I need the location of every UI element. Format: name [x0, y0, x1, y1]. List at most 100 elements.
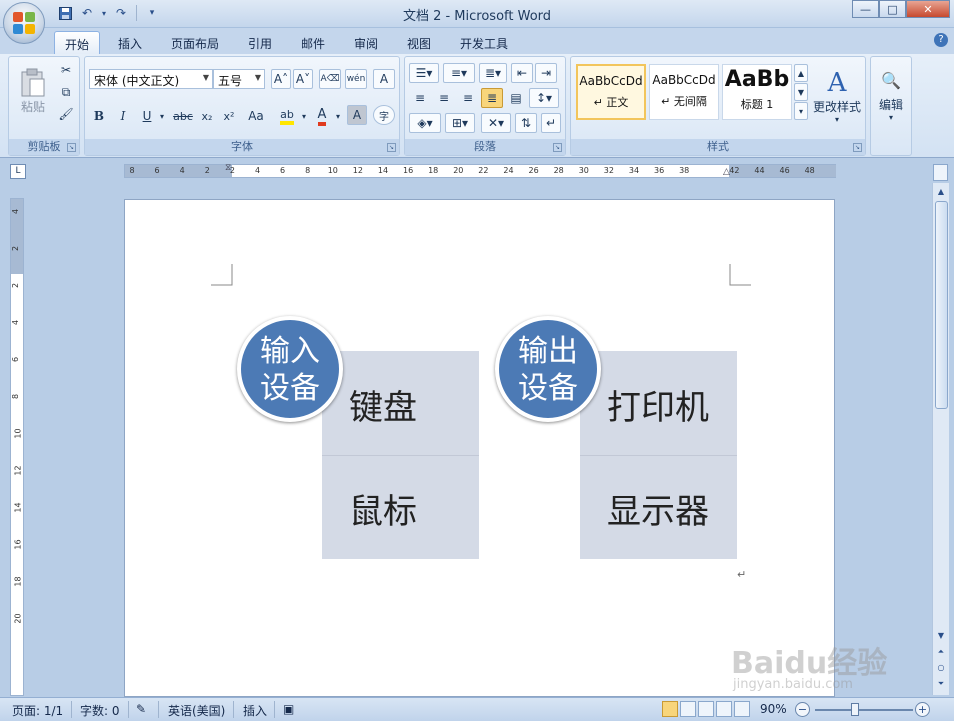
close-button[interactable]: ✕: [906, 0, 950, 18]
align-right-icon[interactable]: ≡: [457, 88, 479, 108]
minimize-button[interactable]: —: [852, 0, 879, 18]
scroll-down-icon[interactable]: ▼: [934, 629, 948, 643]
tab-selector-icon[interactable]: L: [10, 164, 26, 179]
document-page[interactable]: 键盘 鼠标 输入 设备 打印机 显示器 输出 设备 ↵: [124, 199, 835, 697]
full-screen-reading-icon[interactable]: [680, 701, 696, 717]
line-spacing-icon[interactable]: ↕▾: [529, 88, 559, 108]
zoom-slider-thumb[interactable]: [851, 703, 859, 716]
change-case-button[interactable]: Aa: [243, 105, 269, 127]
strikethrough-button[interactable]: abc: [171, 105, 195, 127]
styles-scroll-up-icon[interactable]: ▲: [794, 64, 808, 82]
view-ruler-icon[interactable]: [933, 164, 948, 181]
font-name-combo[interactable]: 宋体 (中文正文) ▼: [89, 69, 213, 89]
character-border-button[interactable]: A: [373, 69, 395, 89]
help-icon[interactable]: ?: [934, 33, 948, 47]
numbering-icon[interactable]: ≡▾: [443, 63, 475, 83]
paste-button[interactable]: 粘贴: [15, 61, 51, 121]
bold-button[interactable]: B: [89, 105, 109, 127]
binoculars-icon: 🔍: [881, 70, 901, 90]
font-color-icon[interactable]: A: [311, 105, 333, 127]
copy-icon[interactable]: ⧉: [57, 83, 75, 101]
outline-view-icon[interactable]: [716, 701, 732, 717]
change-styles-button[interactable]: A 更改样式 ▾: [811, 61, 863, 131]
increase-indent-icon[interactable]: ⇥: [535, 63, 557, 83]
output-devices-bubble[interactable]: 输出 设备: [495, 316, 601, 422]
proofing-icon[interactable]: ✎: [136, 702, 146, 716]
justify-icon[interactable]: ≣: [481, 88, 503, 108]
align-center-icon[interactable]: ≡: [433, 88, 455, 108]
asian-layout-icon[interactable]: ✕▾: [481, 113, 511, 133]
language-status[interactable]: 英语(美国): [168, 702, 225, 719]
shrink-font-button[interactable]: A˅: [293, 69, 313, 89]
cut-icon[interactable]: ✂: [57, 61, 75, 79]
character-shading-button[interactable]: A: [347, 105, 367, 125]
editing-button[interactable]: 🔍 编辑 ▾: [873, 61, 909, 131]
align-left-icon[interactable]: ≡: [409, 88, 431, 108]
right-indent-marker-icon[interactable]: △: [723, 167, 730, 177]
zoom-out-button[interactable]: −: [795, 702, 810, 717]
distributed-icon[interactable]: ▤: [505, 88, 527, 108]
styles-more-icon[interactable]: ▾: [794, 102, 808, 120]
page-count[interactable]: 页面: 1/1: [12, 702, 63, 719]
print-layout-view-icon[interactable]: [662, 701, 678, 717]
clipboard-launcher-icon[interactable]: ↘: [67, 143, 76, 152]
indent-marker-icon[interactable]: ⧖: [225, 163, 231, 173]
phonetic-guide-button[interactable]: wén: [345, 69, 367, 89]
paragraph-launcher-icon[interactable]: ↘: [553, 143, 562, 152]
subscript-button[interactable]: x₂: [197, 105, 217, 127]
scroll-up-icon[interactable]: ▲: [934, 185, 948, 199]
sort-icon[interactable]: ⇅: [515, 113, 537, 133]
vertical-ruler[interactable]: 4 2 2 4 6 8 10 12 14 16 18 20: [10, 198, 24, 696]
font-launcher-icon[interactable]: ↘: [387, 143, 396, 152]
borders-icon[interactable]: ⊞▾: [445, 113, 475, 133]
scrollbar-thumb[interactable]: [935, 201, 948, 409]
tab-page-layout[interactable]: 页面布局: [164, 31, 226, 54]
word-count[interactable]: 字数: 0: [80, 702, 120, 719]
format-painter-icon[interactable]: 🖌: [57, 105, 75, 123]
previous-page-icon[interactable]: ⏶: [934, 645, 948, 659]
zoom-slider[interactable]: [815, 709, 913, 711]
clear-formatting-button[interactable]: A⌫: [319, 69, 341, 89]
zoom-level[interactable]: 90%: [760, 702, 787, 716]
macro-record-icon[interactable]: ▣: [283, 702, 294, 716]
tab-insert[interactable]: 插入: [108, 31, 152, 54]
highlight-dropdown-icon[interactable]: ▾: [299, 105, 309, 127]
underline-dropdown-icon[interactable]: ▾: [157, 105, 167, 127]
style-heading-1[interactable]: AaBb 标题 1: [722, 64, 792, 120]
insert-mode-status[interactable]: 插入: [243, 702, 267, 719]
tab-home[interactable]: 开始: [54, 31, 100, 54]
grow-font-button[interactable]: A˄: [271, 69, 291, 89]
tab-mailings[interactable]: 邮件: [293, 31, 333, 54]
style-no-spacing[interactable]: AaBbCcDd ↵ 无间隔: [649, 64, 719, 120]
font-size-combo[interactable]: 五号 ▼: [213, 69, 265, 89]
bullets-icon[interactable]: ☰▾: [409, 63, 439, 83]
horizontal-ruler[interactable]: 8 6 4 2 2 4 6 8 10 12 14 16 18 20 22 24 26 28 30 32 34 36 38 42…: [124, 163, 836, 178]
tab-review[interactable]: 审阅: [346, 31, 386, 54]
browse-object-icon[interactable]: ○: [934, 661, 948, 675]
styles-scroll-down-icon[interactable]: ▼: [794, 83, 808, 101]
draft-view-icon[interactable]: [734, 701, 750, 717]
superscript-button[interactable]: x²: [219, 105, 239, 127]
decrease-indent-icon[interactable]: ⇤: [511, 63, 533, 83]
next-page-icon[interactable]: ⏷: [934, 677, 948, 691]
vertical-scrollbar[interactable]: ▲ ▼ ⏶ ○ ⏷: [932, 183, 949, 695]
show-marks-icon[interactable]: ↵: [541, 113, 561, 133]
input-devices-bubble[interactable]: 输入 设备: [237, 316, 343, 422]
tab-view[interactable]: 视图: [399, 31, 439, 54]
style-normal[interactable]: AaBbCcDd ↵ 正文: [576, 64, 646, 120]
ruler-tick-label: 4: [11, 319, 21, 326]
italic-button[interactable]: I: [113, 105, 133, 127]
enclose-characters-button[interactable]: 字: [373, 105, 395, 125]
font-color-dropdown-icon[interactable]: ▾: [333, 105, 343, 127]
shading-icon[interactable]: ◈▾: [409, 113, 441, 133]
multilevel-list-icon[interactable]: ≣▾: [479, 63, 507, 83]
styles-launcher-icon[interactable]: ↘: [853, 143, 862, 152]
tab-references[interactable]: 引用: [240, 31, 280, 54]
tab-developer[interactable]: 开发工具: [452, 31, 516, 54]
maximize-button[interactable]: □: [879, 0, 906, 18]
office-button[interactable]: [3, 2, 45, 44]
underline-button[interactable]: U: [137, 105, 157, 127]
web-layout-icon[interactable]: [698, 701, 714, 717]
highlight-icon[interactable]: ab: [275, 105, 299, 127]
zoom-in-button[interactable]: +: [915, 702, 930, 717]
